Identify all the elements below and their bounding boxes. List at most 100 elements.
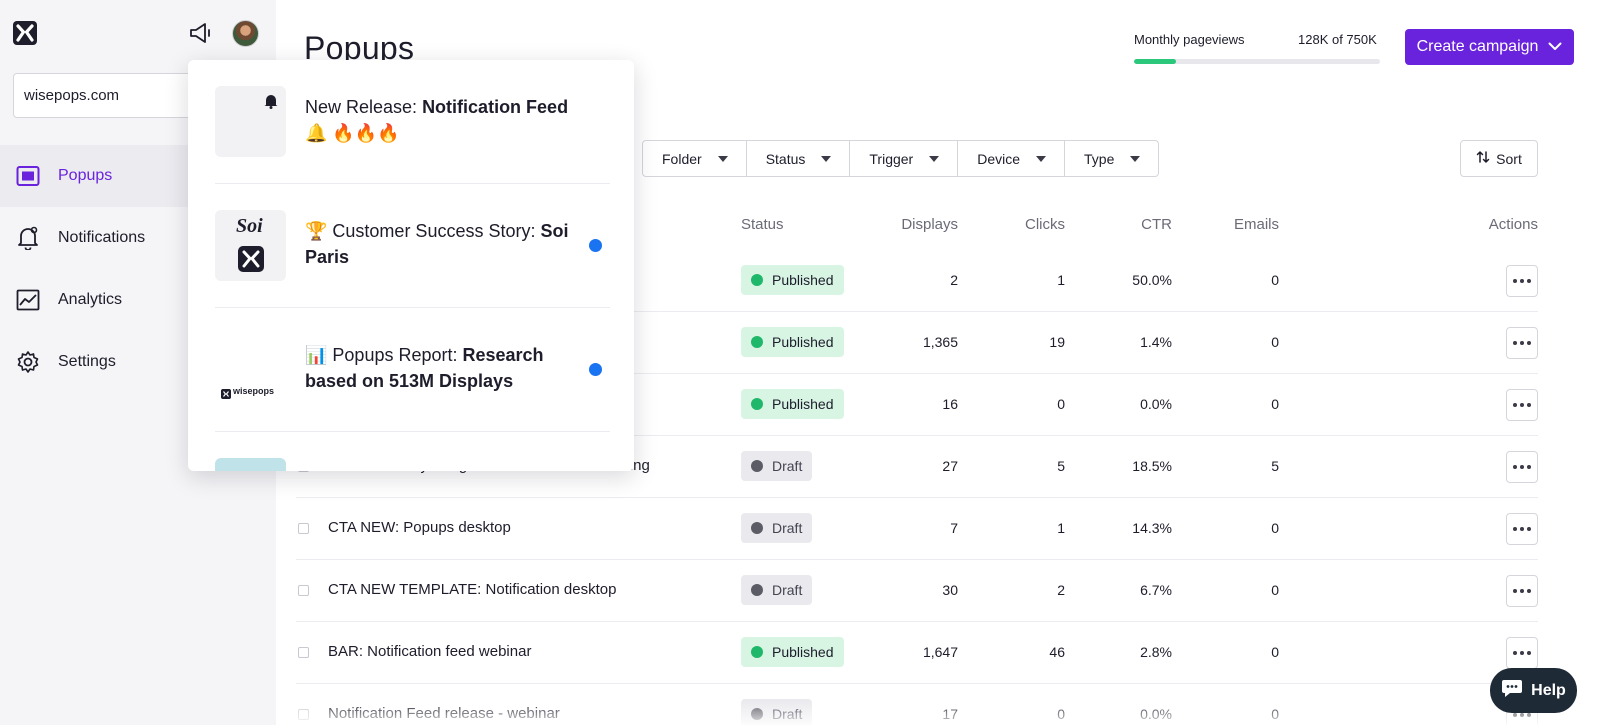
emails-value: 0 [1271,644,1279,660]
displays-value: 16 [942,396,958,412]
emails-value: 0 [1271,582,1279,598]
status-label: Draft [772,706,803,722]
feed-item[interactable]: Soi 🏆 Customer Success Story: Soi Paris [215,184,610,308]
chart-icon [16,288,40,312]
pageviews-label: Monthly pageviews [1134,32,1245,47]
feed-item-title-bold: Notification Feed [422,97,569,117]
row-checkbox[interactable] [298,523,309,534]
notification-feed-dropdown: New Release: Notification Feed 🔔 🔥🔥🔥 Soi… [188,60,634,471]
emails-value: 0 [1271,396,1279,412]
feed-thumbnail [215,86,286,157]
status-badge: Published [741,265,844,295]
status-dot [751,646,763,658]
wisepops-mark-icon [238,246,264,277]
status-label: Published [772,396,834,412]
sidebar-item-label: Popups [58,167,113,184]
status-dot [751,708,763,720]
filter-status[interactable]: Status [747,141,851,176]
caret-down-icon [717,155,728,162]
filter-type[interactable]: Type [1065,141,1158,176]
displays-value: 1,647 [922,644,958,660]
more-actions-button[interactable] [1506,327,1538,359]
pageviews-progress [1134,59,1380,64]
feed-item[interactable] [215,432,610,471]
status-label: Published [772,334,834,350]
domain-label: wisepops.com [24,87,120,104]
campaign-name[interactable]: Notification Feed release - webinar [328,705,560,722]
feed-item-title: 🏆 Customer Success Story: [305,221,541,241]
megaphone-icon[interactable] [188,21,214,45]
table-row[interactable]: BAR: Notification feed webinar Published 1… [296,622,1538,684]
campaign-name[interactable]: BAR: Notification feed webinar [328,643,531,660]
clicks-value: 1 [1057,272,1065,288]
campaign-name[interactable]: CTA NEW TEMPLATE: Notification desktop [328,581,616,598]
bell-icon [16,226,40,250]
column-header-clicks[interactable]: Clicks [1025,216,1065,233]
ctr-value: 6.7% [1140,582,1172,598]
help-label: Help [1531,681,1566,699]
filter-label: Type [1084,150,1115,167]
sidebar-item-label: Settings [58,353,116,370]
displays-value: 2 [950,272,958,288]
more-actions-button[interactable] [1506,575,1538,607]
displays-value: 30 [942,582,958,598]
status-dot [751,398,763,410]
row-checkbox[interactable] [298,647,309,658]
caret-down-icon [929,155,940,162]
feed-item-title: 📊 Popups Report: [305,345,463,365]
displays-value: 7 [950,520,958,536]
row-checkbox[interactable] [298,585,309,596]
column-header-emails[interactable]: Emails [1234,216,1279,233]
clicks-value: 19 [1049,334,1065,350]
filter-label: Trigger [869,150,914,167]
clicks-value: 46 [1049,644,1065,660]
wisepops-logo: wisepops [215,334,286,405]
row-checkbox[interactable] [298,709,309,720]
more-actions-button[interactable] [1506,513,1538,545]
table-row[interactable]: CTA NEW: Popups desktop Draft 7 1 14.3% 0 [296,498,1538,560]
emails-value: 5 [1271,458,1279,474]
filter-label: Device [977,150,1021,167]
status-badge: Published [741,637,844,667]
unread-dot [589,239,602,252]
column-header-status[interactable]: Status [741,216,784,233]
create-campaign-label: Create campaign [1416,38,1539,55]
status-badge: Draft [741,451,813,481]
wisepops-logo[interactable] [13,21,37,45]
create-campaign-button[interactable]: Create campaign [1405,29,1574,65]
feed-item-text: New Release: Notification Feed 🔔 🔥🔥🔥 [305,94,575,146]
clicks-value: 1 [1057,520,1065,536]
avatar[interactable] [232,20,259,47]
column-header-actions: Actions [1488,216,1538,233]
more-actions-button[interactable] [1506,637,1538,669]
feed-item[interactable]: New Release: Notification Feed 🔔 🔥🔥🔥 [215,60,610,184]
more-actions-button[interactable] [1506,265,1538,297]
filter-device[interactable]: Device [958,141,1066,176]
more-actions-button[interactable] [1506,389,1538,421]
sidebar-item-label: Notifications [58,229,146,246]
campaign-name[interactable]: CTA NEW: Popups desktop [328,519,511,536]
filter-label: Status [765,150,806,167]
emails-value: 0 [1271,520,1279,536]
table-row[interactable]: CTA NEW TEMPLATE: Notification desktop Dr… [296,560,1538,622]
status-dot [751,274,763,286]
ctr-value: 0.0% [1140,706,1172,722]
chevron-down-icon [1548,38,1562,56]
status-dot [751,460,763,472]
table-row[interactable]: Notification Feed release - webinar Draft… [296,684,1538,725]
help-button[interactable]: Help [1490,668,1577,713]
caret-down-icon [1130,155,1141,162]
more-actions-button[interactable] [1506,451,1538,483]
column-header-displays[interactable]: Displays [901,216,958,233]
emails-value: 0 [1271,334,1279,350]
filter-trigger[interactable]: Trigger [850,141,959,176]
clicks-value: 0 [1057,706,1065,722]
sort-label: Sort [1496,150,1522,167]
soi-logo: Soi [215,210,286,281]
ctr-value: 0.0% [1140,396,1172,412]
filter-folder[interactable]: Folder [643,141,747,176]
column-header-ctr[interactable]: CTR [1141,216,1172,233]
displays-value: 1,365 [922,334,958,350]
sort-button[interactable]: Sort [1460,140,1538,177]
feed-item[interactable]: wisepops 📊 Popups Report: Research based… [215,308,610,432]
